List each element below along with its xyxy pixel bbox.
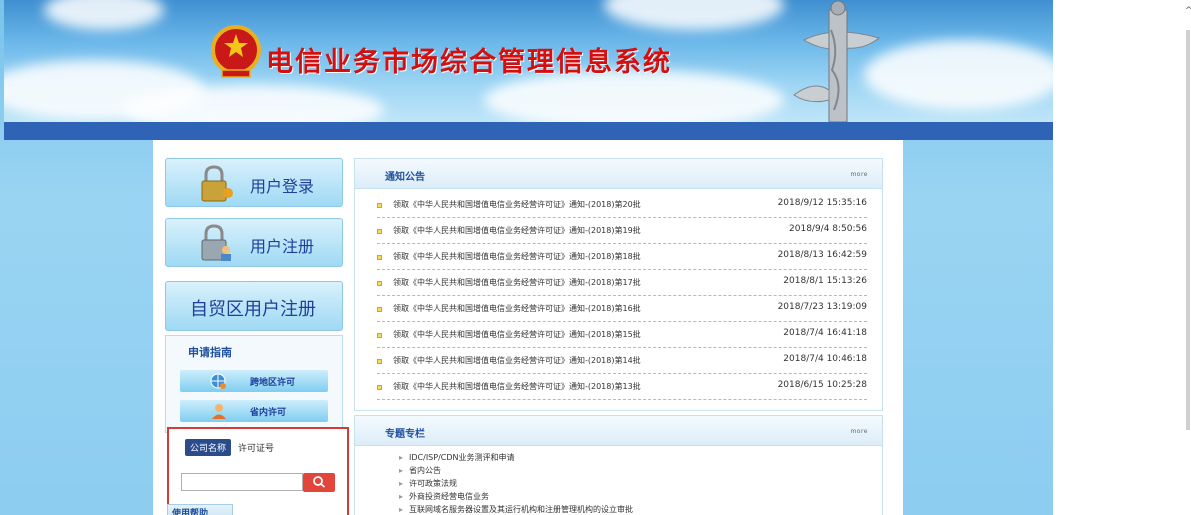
header-band <box>4 122 1053 140</box>
topic-item[interactable]: ▸ 许可政策法规 <box>399 478 457 489</box>
guide-item-label: 省内许可 <box>250 408 287 418</box>
topic-label[interactable]: 互联网域名服务器设置及其运行机构和注册管理机构的设立审批 <box>409 505 633 514</box>
notice-title[interactable]: 领取《中华人民共和国增值电信业务经营许可证》通知-(2018)第14批 <box>393 355 641 366</box>
notice-date: 2018/7/4 16:41:18 <box>783 328 867 338</box>
padlock-person-icon <box>201 224 231 261</box>
topics-panel: 专题专栏 more ▸ IDC/ISP/CDN业务测评和申请 ▸ 省内公告 ▸ 许可政策法… <box>354 415 883 515</box>
topic-item[interactable]: ▸ 互联网域名服务器设置及其运行机构和注册管理机构的设立审批 <box>399 504 633 515</box>
padlock-key-icon <box>201 165 233 202</box>
notice-title[interactable]: 领取《中华人民共和国增值电信业务经营许可证》通知-(2018)第20批 <box>393 199 641 210</box>
notice-date: 2018/8/1 15:13:26 <box>783 276 867 286</box>
notice-title[interactable]: 领取《中华人民共和国增值电信业务经营许可证》通知-(2018)第18批 <box>393 251 641 262</box>
notice-date: 2018/9/12 15:35:16 <box>777 198 867 208</box>
notice-item[interactable]: 领取《中华人民共和国增值电信业务经营许可证》通知-(2018)第19批 2018/… <box>377 218 867 244</box>
topics-panel-header: 专题专栏 more <box>355 416 882 446</box>
notice-item[interactable]: 领取《中华人民共和国增值电信业务经营许可证》通知-(2018)第16批 2018/… <box>377 296 867 322</box>
scroll-up-arrow-icon[interactable]: ^ <box>1185 6 1191 16</box>
notice-item[interactable]: 领取《中华人民共和国增值电信业务经营许可证》通知-(2018)第15批 2018/… <box>377 322 867 348</box>
notice-title[interactable]: 领取《中华人民共和国增值电信业务经营许可证》通知-(2018)第19批 <box>393 225 641 236</box>
notice-date: 2018/7/23 13:19:09 <box>777 302 867 312</box>
notice-title[interactable]: 领取《中华人民共和国增值电信业务经营许可证》通知-(2018)第13批 <box>393 381 641 392</box>
guide-item-provincial[interactable]: 省内许可 <box>180 400 328 422</box>
bullet-icon: ▸ <box>399 453 404 462</box>
topics-panel-title: 专题专栏 <box>385 429 425 440</box>
guide-item-label: 跨地区许可 <box>250 378 296 388</box>
notice-date: 2018/9/4 8:50:56 <box>789 224 867 234</box>
topic-label[interactable]: 外商投资经营电信业务 <box>409 492 489 501</box>
scrollbar-thumb[interactable] <box>1186 30 1190 430</box>
search-button[interactable] <box>303 473 335 492</box>
bullet-icon <box>377 333 382 338</box>
tab-company-name[interactable]: 公司名称 <box>185 439 232 456</box>
notice-item[interactable]: 领取《中华人民共和国增值电信业务经营许可证》通知-(2018)第14批 2018/… <box>377 348 867 374</box>
bullet-icon <box>377 229 382 234</box>
help-tab[interactable]: 使用帮助 <box>167 504 233 515</box>
person-icon <box>212 404 226 419</box>
bullet-icon: ▸ <box>399 505 404 514</box>
ftz-register-button[interactable]: 自贸区用户注册 <box>165 281 343 331</box>
globe-icon <box>210 373 226 389</box>
bullet-icon <box>377 359 382 364</box>
notice-item[interactable]: 领取《中华人民共和国增值电信业务经营许可证》通知-(2018)第20批 2018/… <box>377 192 867 218</box>
notice-panel-title: 通知公告 <box>385 172 425 183</box>
site-title: 电信业务市场综合管理信息系统 <box>266 47 672 78</box>
notice-item[interactable]: 领取《中华人民共和国增值电信业务经营许可证》通知-(2018)第17批 2018/… <box>377 270 867 296</box>
license-search-box: 公司名称 许可证号 <box>167 427 349 515</box>
topic-item[interactable]: ▸ 外商投资经营电信业务 <box>399 491 489 502</box>
notice-more-link[interactable]: more <box>850 171 868 178</box>
topic-label[interactable]: 省内公告 <box>409 466 441 475</box>
content-area: 用户登录 用户注册 自贸区用户注册 申请指南 跨地区许可 省内许可 公司名称 许… <box>153 140 903 515</box>
guide-title: 申请指南 <box>188 346 232 359</box>
bullet-icon: ▸ <box>399 466 404 475</box>
notice-date: 2018/8/13 16:42:59 <box>777 250 867 260</box>
topic-item[interactable]: ▸ 省内公告 <box>399 465 441 476</box>
notice-date: 2018/6/15 10:25:28 <box>777 380 867 390</box>
guide-item-cross-region[interactable]: 跨地区许可 <box>180 370 328 392</box>
notice-item[interactable]: 领取《中华人民共和国增值电信业务经营许可证》通知-(2018)第13批 2018/… <box>377 374 867 400</box>
login-label: 用户登录 <box>250 177 315 196</box>
topics-more-link[interactable]: more <box>850 428 868 435</box>
cloud <box>604 0 784 30</box>
bullet-icon <box>377 255 382 260</box>
search-input[interactable] <box>181 473 303 491</box>
help-tab-label: 使用帮助 <box>172 509 209 515</box>
bullet-icon: ▸ <box>399 479 404 488</box>
huabiao-pillar-icon <box>793 0 881 122</box>
login-button[interactable]: 用户登录 <box>165 158 343 207</box>
notice-item[interactable]: 领取《中华人民共和国增值电信业务经营许可证》通知-(2018)第18批 2018/… <box>377 244 867 270</box>
topic-label[interactable]: IDC/ISP/CDN业务测评和申请 <box>409 453 515 462</box>
register-label: 用户注册 <box>250 237 315 256</box>
header-banner: 电信业务市场综合管理信息系统 <box>4 0 1053 122</box>
page: 电信业务市场综合管理信息系统 用户登录 用户注册 自贸区用户注册 申请指南 跨地… <box>0 0 1053 515</box>
topic-label[interactable]: 许可政策法规 <box>409 479 457 488</box>
ftz-register-label: 自贸区用户注册 <box>190 299 316 320</box>
notice-panel-header: 通知公告 more <box>355 159 882 189</box>
cloud <box>44 0 164 30</box>
register-button[interactable]: 用户注册 <box>165 218 343 267</box>
bullet-icon <box>377 281 382 286</box>
application-guide: 申请指南 跨地区许可 省内许可 <box>165 335 343 433</box>
emblem-icon <box>211 25 261 78</box>
bullet-icon <box>377 385 382 390</box>
notice-date: 2018/7/4 10:46:18 <box>783 354 867 364</box>
notice-title[interactable]: 领取《中华人民共和国增值电信业务经营许可证》通知-(2018)第17批 <box>393 277 641 288</box>
bullet-icon <box>377 307 382 312</box>
notice-panel: 通知公告 more 领取《中华人民共和国增值电信业务经营许可证》通知-(2018… <box>354 158 883 411</box>
tab-license-number[interactable]: 许可证号 <box>233 439 279 456</box>
notice-title[interactable]: 领取《中华人民共和国增值电信业务经营许可证》通知-(2018)第16批 <box>393 303 641 314</box>
notice-title[interactable]: 领取《中华人民共和国增值电信业务经营许可证》通知-(2018)第15批 <box>393 329 641 340</box>
topic-item[interactable]: ▸ IDC/ISP/CDN业务测评和申请 <box>399 452 515 463</box>
bullet-icon: ▸ <box>399 492 404 501</box>
search-icon <box>313 475 326 488</box>
bullet-icon <box>377 203 382 208</box>
